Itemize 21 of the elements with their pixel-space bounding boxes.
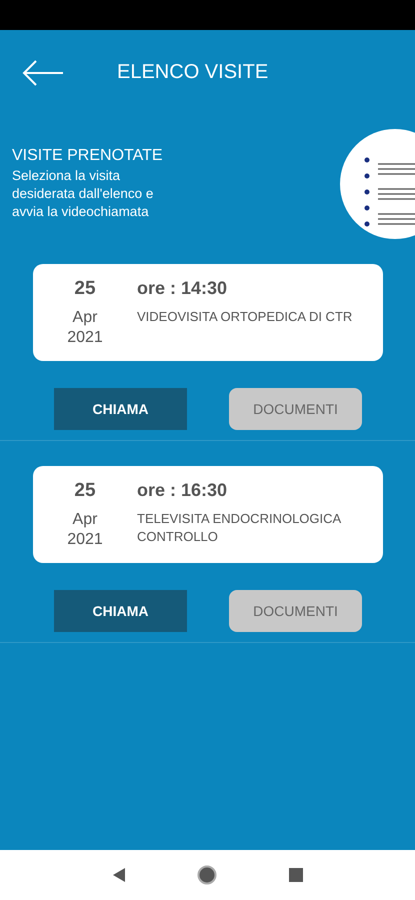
visit-day: 25 [74, 480, 96, 502]
visit-description: VIDEOVISITA ORTOPEDICA DI CTR [137, 308, 352, 326]
section-title: VISITE PRENOTATE [12, 147, 164, 165]
visit-card[interactable]: 25 Apr 2021 ore : 16:30 TELEVISITA ENDOCRINOLOGICA CONTROLLO [33, 466, 383, 563]
visit-time: ore : 14:30 [137, 278, 228, 299]
back-arrow-icon[interactable] [21, 58, 65, 88]
screen-title: ELENCO VISITE [117, 61, 268, 84]
call-button[interactable]: CHIAMA [54, 590, 187, 632]
recents-nav-icon[interactable] [288, 868, 302, 882]
visit-day: 25 [74, 278, 96, 300]
visit-year: 2021 [67, 328, 103, 348]
visit-year: 2021 [67, 530, 103, 550]
back-nav-icon[interactable] [112, 868, 124, 882]
call-button[interactable]: CHIAMA [54, 388, 187, 430]
visit-month: Apr [72, 510, 98, 530]
home-nav-icon[interactable] [196, 865, 216, 885]
section-description: Seleziona la visita desiderata dall'elenco e avvia la videochiamata [12, 167, 154, 221]
visit-month: Apr [72, 308, 98, 328]
visit-description: TELEVISITA ENDOCRINOLOGICA CONTROLLO [137, 510, 342, 546]
visit-time: ore : 16:30 [137, 480, 228, 501]
visit-card[interactable]: 25 Apr 2021 ore : 14:30 VIDEOVISITA ORTOPEDICA DI CTR [33, 264, 383, 361]
